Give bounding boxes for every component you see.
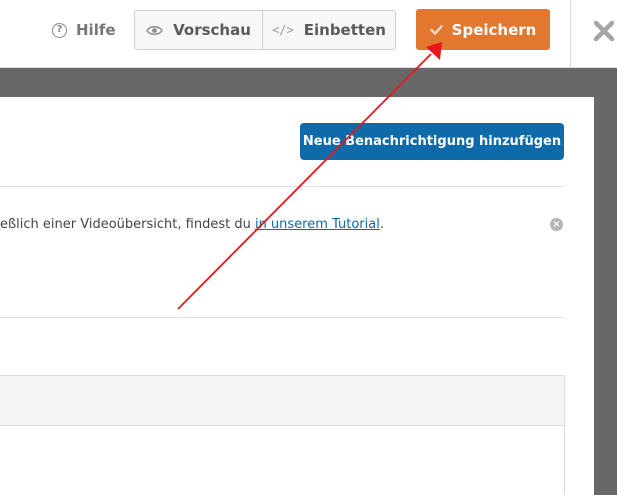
checkmark-icon bbox=[429, 24, 443, 35]
save-button[interactable]: Speichern bbox=[416, 9, 550, 50]
code-icon: </> bbox=[272, 23, 294, 37]
close-icon[interactable] bbox=[592, 17, 616, 43]
embed-button[interactable]: </> Einbetten bbox=[263, 11, 395, 49]
help-label: Hilfe bbox=[76, 21, 116, 39]
save-label: Speichern bbox=[451, 20, 537, 39]
notice-text-end: . bbox=[379, 217, 384, 232]
preview-label: Vorschau bbox=[173, 21, 251, 39]
notifications-table-body bbox=[0, 426, 565, 495]
tutorial-link[interactable]: in unserem Tutorial bbox=[255, 217, 380, 232]
top-toolbar: ? Hilfe Vorschau </> Einbetten Speichern bbox=[0, 0, 617, 68]
settings-panel: Neue Benachrichtigung hinzufügen eßlich … bbox=[0, 97, 594, 495]
embed-label: Einbetten bbox=[303, 21, 386, 39]
preview-button[interactable]: Vorschau bbox=[135, 11, 263, 49]
toolbar-divider bbox=[570, 0, 571, 68]
notifications-table-header bbox=[0, 375, 565, 426]
help-link[interactable]: ? Hilfe bbox=[52, 19, 116, 41]
question-circle-icon: ? bbox=[52, 22, 67, 38]
notice-text: eßlich einer Videoübersicht, findest du bbox=[0, 217, 255, 232]
add-notification-button[interactable]: Neue Benachrichtigung hinzufügen bbox=[300, 123, 564, 160]
dismiss-notice-icon[interactable]: × bbox=[550, 218, 563, 231]
eye-icon bbox=[146, 25, 163, 35]
tutorial-notice: eßlich einer Videoübersicht, findest du … bbox=[0, 217, 540, 232]
divider bbox=[0, 317, 564, 318]
divider bbox=[0, 186, 564, 187]
preview-embed-group: Vorschau </> Einbetten bbox=[134, 10, 396, 50]
